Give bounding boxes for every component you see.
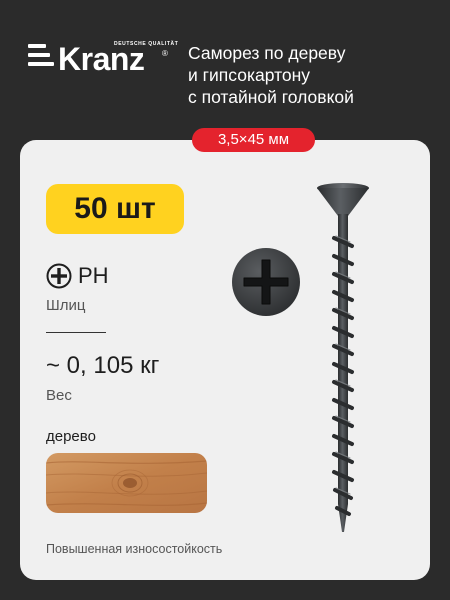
size-badge: 3,5×45 мм xyxy=(192,128,315,152)
wood-swatch xyxy=(46,453,207,513)
screw-head-icon xyxy=(232,248,300,316)
weight-label: Вес xyxy=(46,387,72,404)
brand-name: Kranz xyxy=(58,41,145,77)
screw-image xyxy=(317,183,369,532)
slot-row: PH xyxy=(46,262,109,290)
logo-lines-icon xyxy=(28,44,56,72)
quantity-badge: 50 шт xyxy=(46,184,184,234)
slot-value: PH xyxy=(78,263,109,288)
brand-tagline: DEUTSCHE QUALITÄT xyxy=(114,41,179,47)
divider xyxy=(46,332,106,333)
weight-value: ~ 0, 105 кг xyxy=(46,352,160,379)
slot-label: Шлиц xyxy=(46,297,86,314)
title-line-1: Саморез по дереву xyxy=(188,43,346,63)
header: Kranz DEUTSCHE QUALITÄT ® Саморез по дер… xyxy=(0,0,450,140)
phillips-slot-icon xyxy=(46,263,72,289)
brand-logo: Kranz DEUTSCHE QUALITÄT ® xyxy=(28,40,178,80)
registered-mark: ® xyxy=(162,49,168,58)
title-line-2: и гипсокартону xyxy=(188,65,311,85)
product-title: Саморез по дереву и гипсокартону с потай… xyxy=(188,42,438,108)
footnote: Повышенная износостойкость xyxy=(46,542,223,556)
material-label: дерево xyxy=(46,428,96,445)
title-line-3: с потайной головкой xyxy=(188,87,354,107)
